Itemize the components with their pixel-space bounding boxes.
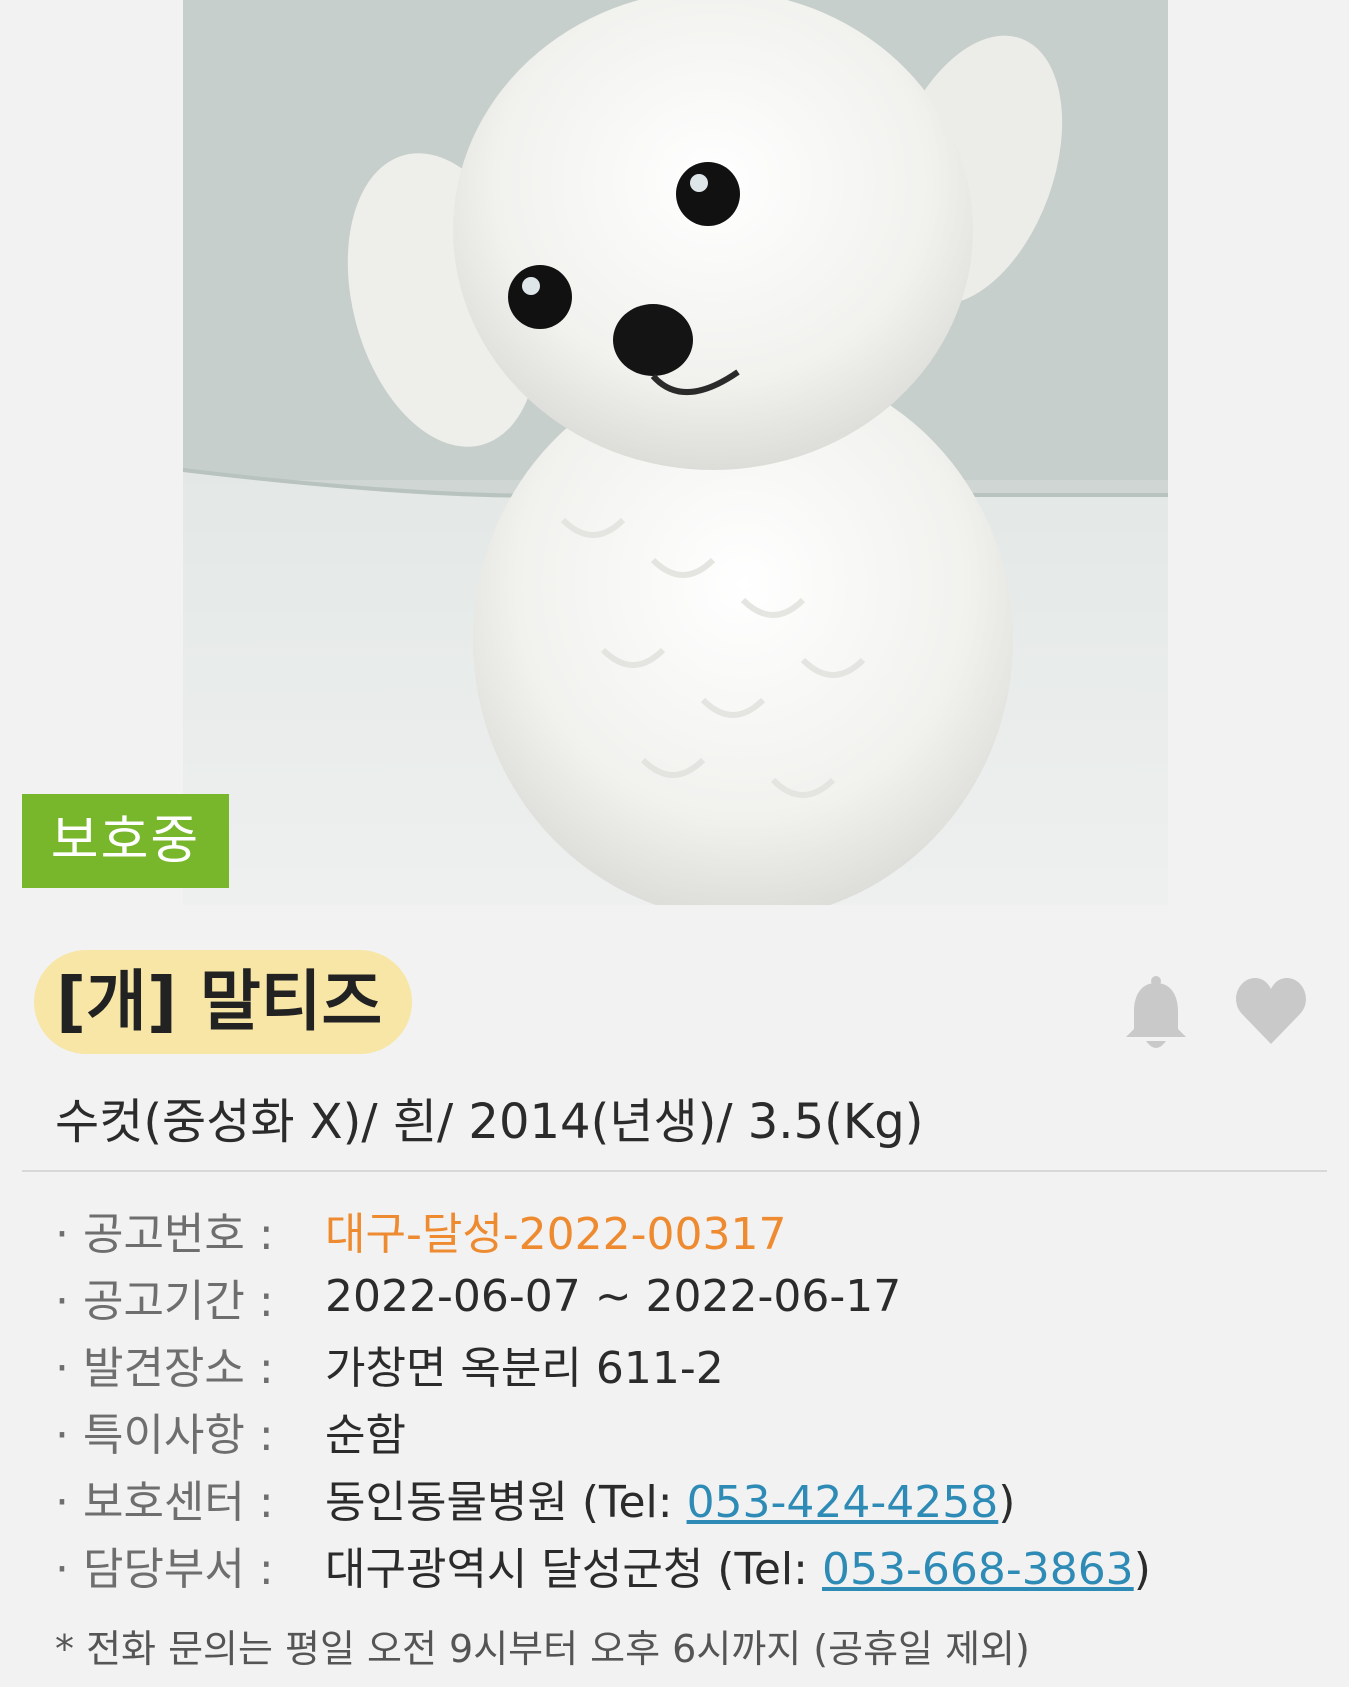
info-list: · 공고번호 : 대구-달성-2022-00317 · 공고기간 : 2022-… (55, 1196, 1151, 1598)
tel-suffix: ) (998, 1476, 1016, 1528)
tel-prefix: (Tel: (703, 1543, 822, 1595)
tel-prefix: (Tel: (567, 1476, 687, 1528)
department: 대구광역시 달성군청 (Tel: 053-668-3863) (325, 1533, 1151, 1597)
bell-icon[interactable] (1124, 975, 1188, 1051)
info-row-department: · 담당부서 : 대구광역시 달성군청 (Tel: 053-668-3863) (55, 1531, 1151, 1598)
animal-summary: 수컷(중성화 X)/ 흰/ 2014(년생)/ 3.5(Kg) (55, 1094, 924, 1150)
notice-period: 2022-06-07 ~ 2022-06-17 (325, 1271, 902, 1322)
info-row-center: · 보호센터 : 동인동물병원 (Tel: 053-424-4258) (55, 1464, 1151, 1531)
info-row-notice-no: · 공고번호 : 대구-달성-2022-00317 (55, 1196, 1151, 1263)
status-badge: 보호중 (22, 794, 229, 888)
shelter-center: 동인동물병원 (Tel: 053-424-4258) (325, 1466, 1015, 1530)
info-label: · 보호센터 : (55, 1476, 274, 1528)
found-place: 가창면 옥분리 611-2 (325, 1342, 724, 1394)
info-label: · 발견장소 : (55, 1342, 274, 1394)
department-name: 대구광역시 달성군청 (325, 1543, 704, 1595)
notice-number: 대구-달성-2022-00317 (325, 1208, 787, 1260)
info-row-feature: · 특이사항 : 순함 (55, 1397, 1151, 1464)
phone-notice: * 전화 문의는 평일 오전 9시부터 오후 6시까지 (공휴일 제외) (55, 1627, 1030, 1671)
info-label: · 공고번호 : (55, 1208, 274, 1260)
special-feature: 순함 (325, 1409, 406, 1461)
animal-photo (183, 0, 1168, 905)
shelter-name: 동인동물병원 (325, 1476, 568, 1528)
department-tel-link[interactable]: 053-668-3863 (822, 1544, 1134, 1595)
info-label: · 공고기간 : (55, 1275, 274, 1327)
photo-section: 보호중 (0, 0, 1349, 905)
dog-illustration (183, 0, 1168, 905)
info-row-period: · 공고기간 : 2022-06-07 ~ 2022-06-17 (55, 1263, 1151, 1330)
shelter-tel-link[interactable]: 053-424-4258 (687, 1477, 999, 1528)
info-label: · 특이사항 : (55, 1409, 274, 1461)
animal-title: [개] 말티즈 (34, 950, 413, 1054)
divider (22, 1170, 1327, 1172)
info-label: · 담당부서 : (55, 1543, 274, 1595)
heart-icon[interactable] (1235, 976, 1307, 1046)
tel-suffix: ) (1133, 1543, 1151, 1595)
info-row-place: · 발견장소 : 가창면 옥분리 611-2 (55, 1330, 1151, 1397)
